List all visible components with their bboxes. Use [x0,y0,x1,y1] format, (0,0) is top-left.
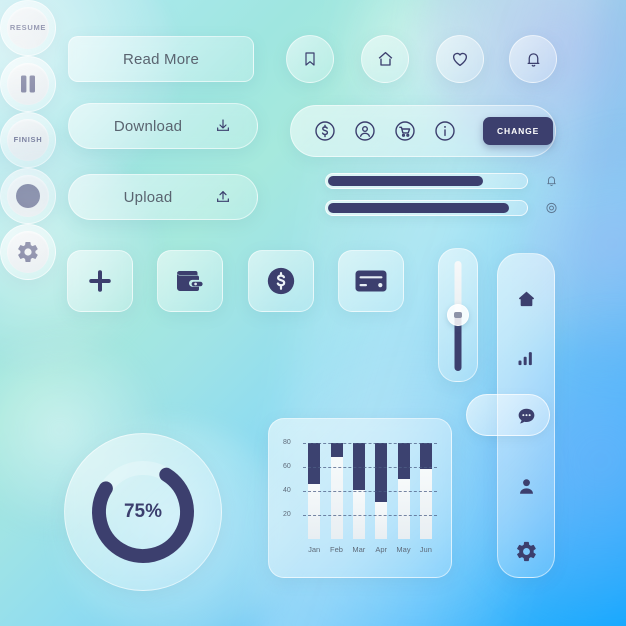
sidebar-item-home[interactable] [498,284,554,314]
action-toolbar: CHANGE [290,105,556,157]
record-icon [15,183,40,208]
progress-percent-label: 75% [123,501,163,522]
chart-bar-base [308,483,321,539]
progress-bar-1-fill [328,176,483,186]
download-icon [215,118,231,134]
dollar-circle-icon[interactable] [313,118,337,144]
chart-bar-base [375,501,388,539]
chart-x-tick-label: Jun [419,545,432,554]
slider-handle[interactable] [447,304,469,326]
card-button[interactable] [338,250,404,312]
user-icon [516,476,537,497]
gear-icon [515,540,538,563]
upload-button[interactable]: Upload [68,174,258,220]
chart-bar-base [330,457,343,539]
chart-bar-top [397,443,410,479]
sidebar-item-stats[interactable] [498,343,554,373]
add-button[interactable] [67,250,133,312]
progress-bar-2[interactable] [325,200,528,216]
gear-icon [18,241,38,262]
chart-gridline [303,491,437,492]
favorite-button[interactable] [436,35,484,83]
home-icon [376,50,395,68]
progress-bar-1[interactable] [325,173,528,189]
chart-bar-top [419,443,432,470]
bell-small-icon[interactable] [545,174,558,188]
resume-label: RESUME [6,6,50,50]
home-button[interactable] [361,35,409,83]
chart-bar-top [375,443,388,502]
finish-button[interactable]: FINISH [0,112,56,168]
read-more-label: Read More [122,50,199,68]
resume-button[interactable]: RESUME [0,0,56,56]
bell-icon [525,50,542,69]
wallet-icon [174,267,206,295]
plus-icon [85,266,115,296]
settings-small-icon[interactable] [545,201,558,215]
finish-label: FINISH [6,118,50,162]
chart-bar-base [397,479,410,539]
info-circle-icon[interactable] [433,118,457,144]
sidebar-item-settings[interactable] [498,536,554,566]
chart-gridline [303,515,437,516]
chart-y-tick-label: 40 [283,487,291,494]
chart-y-tick-label: 60 [283,463,291,470]
slider-card [438,248,478,382]
sidebar-nav [466,253,555,578]
cart-circle-icon[interactable] [393,118,417,144]
chart-gridline [303,467,437,468]
money-button[interactable] [248,250,314,312]
ui-kit-canvas: Read More Download Upload CHANGE RESUME … [0,0,626,626]
bookmark-button[interactable] [286,35,334,83]
chat-icon [515,406,538,427]
chart-y-tick-label: 80 [283,439,291,446]
chart-gridline [303,443,437,444]
pause-icon-wrap [6,62,50,106]
record-button[interactable] [0,168,56,224]
settings-round-button[interactable] [0,224,56,280]
heart-icon [450,50,470,68]
sidebar-item-profile[interactable] [498,471,554,501]
chart-bar-top [308,443,321,484]
download-button[interactable]: Download [68,103,258,149]
home-icon [516,289,537,309]
chart-y-tick-label: 20 [283,511,291,518]
circular-progress-card: 75% [64,433,222,591]
bar-chart-card: 20 40 60 80 Jan Feb Mar Apr May Jun [268,418,452,578]
change-button[interactable]: CHANGE [483,117,554,145]
read-more-button[interactable]: Read More [68,36,254,82]
user-circle-icon[interactable] [353,118,377,144]
upload-icon [215,189,231,205]
sidebar-item-chat[interactable] [498,401,554,431]
record-icon-wrap [6,174,50,218]
gear-icon-wrap [6,230,50,274]
bookmark-icon [302,50,318,68]
wallet-button[interactable] [157,250,223,312]
download-label: Download [113,117,183,135]
dollar-coin-icon [264,264,298,298]
chart-bar-base [419,469,432,539]
upload-label: Upload [123,188,173,206]
notifications-button[interactable] [509,35,557,83]
chart-bar-top [330,443,343,458]
pause-icon [20,75,35,93]
credit-card-icon [354,268,388,294]
bar-chart-icon [515,348,537,368]
progress-bar-2-fill [328,203,509,213]
pause-button[interactable] [0,56,56,112]
